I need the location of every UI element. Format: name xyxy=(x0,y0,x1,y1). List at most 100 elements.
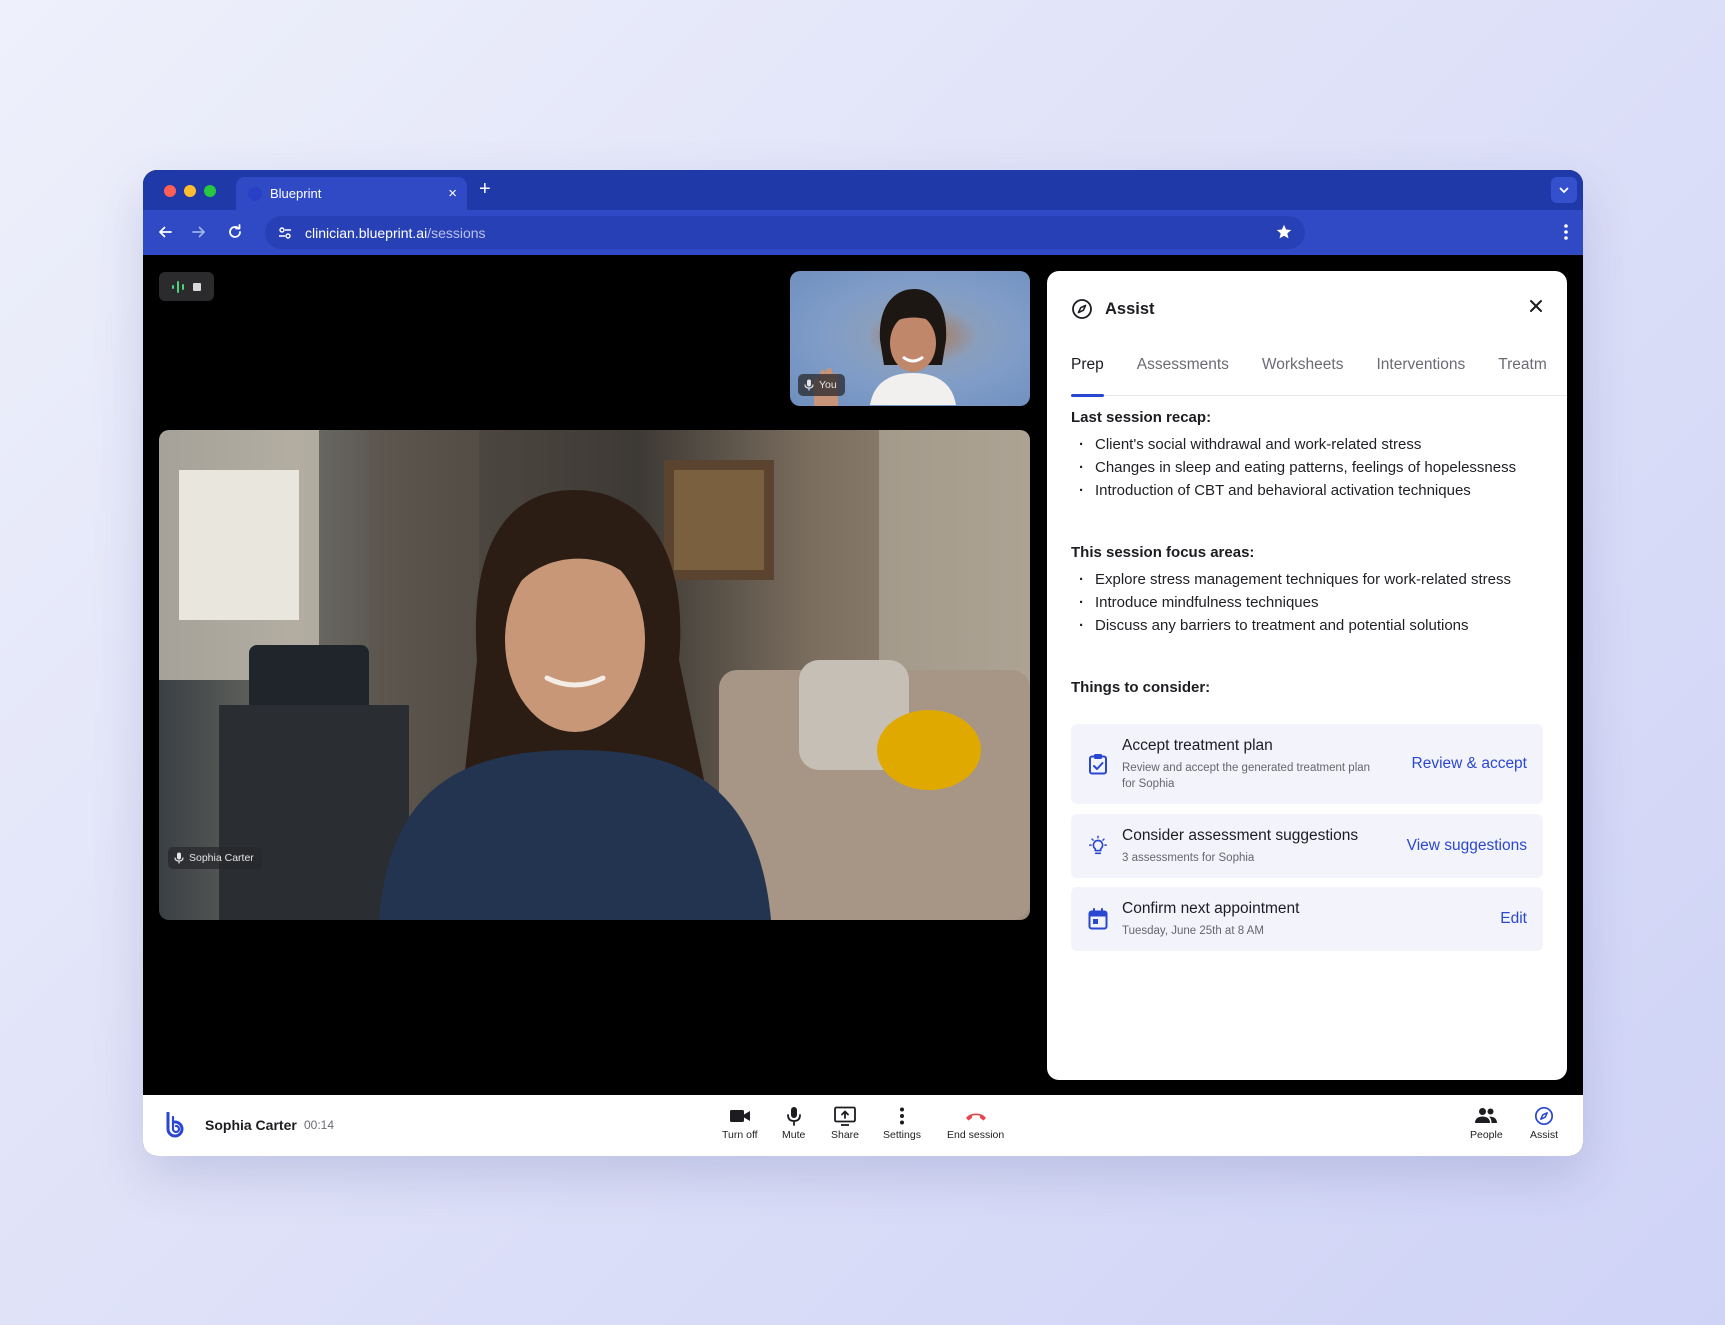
arrow-right-icon xyxy=(192,226,205,238)
tab-interventions[interactable]: Interventions xyxy=(1376,356,1465,396)
share-screen-icon xyxy=(834,1106,856,1126)
more-vertical-icon xyxy=(899,1107,904,1125)
settings-button[interactable]: Settings xyxy=(883,1106,921,1141)
recording-indicator[interactable] xyxy=(159,272,214,301)
card-subtitle: Review and accept the generated treatmen… xyxy=(1122,761,1371,790)
settings-label: Settings xyxy=(883,1129,921,1141)
new-tab-button[interactable]: + xyxy=(479,178,491,201)
microphone-icon xyxy=(804,379,814,391)
tab-prep[interactable]: Prep xyxy=(1071,356,1104,397)
chevron-down-icon xyxy=(1559,187,1569,194)
client-name: Sophia Carter xyxy=(205,1117,297,1133)
assist-title: Assist xyxy=(1105,299,1155,318)
assist-tabs: Prep Assessments Worksheets Intervention… xyxy=(1071,356,1567,397)
hang-up-icon xyxy=(965,1113,986,1121)
card-assessment-suggestions: Consider assessment suggestions 3 assess… xyxy=(1071,814,1543,878)
video-camera-icon xyxy=(729,1110,750,1122)
consider-section: Things to consider: xyxy=(1071,679,1543,703)
bookmark-star-icon[interactable] xyxy=(1275,223,1293,241)
lightbulb-icon xyxy=(1089,835,1107,855)
audio-level-icon xyxy=(171,280,184,293)
review-accept-link[interactable]: Review & accept xyxy=(1412,755,1527,773)
recap-title: Last session recap: xyxy=(1071,409,1212,426)
tab-title: Blueprint xyxy=(270,186,322,201)
blueprint-favicon-icon xyxy=(248,186,262,201)
microphone-icon xyxy=(174,852,184,864)
client-video-tile: Sophia Carter xyxy=(159,430,1030,920)
client-video-scene xyxy=(159,430,1030,920)
mute-button[interactable]: Mute xyxy=(782,1106,805,1141)
self-video-tile: You xyxy=(790,271,1030,406)
site-settings-icon[interactable] xyxy=(277,225,293,241)
consider-title: Things to consider: xyxy=(1071,679,1211,696)
end-session-label: End session xyxy=(947,1129,1005,1141)
focus-item: Explore stress management techniques for… xyxy=(1071,568,1543,591)
tab-worksheets[interactable]: Worksheets xyxy=(1262,356,1344,396)
people-button[interactable]: People xyxy=(1470,1106,1503,1141)
tab-bar: Blueprint × + xyxy=(143,170,1583,210)
card-treatment-plan: Accept treatment plan Review and accept … xyxy=(1071,724,1543,804)
assist-panel-header: Assist xyxy=(1071,295,1543,323)
assist-label: Assist xyxy=(1530,1129,1559,1141)
maximize-window-button[interactable] xyxy=(204,185,216,197)
client-name-chip: Sophia Carter xyxy=(168,847,262,869)
clipboard-check-icon xyxy=(1089,754,1107,775)
tab-assessments[interactable]: Assessments xyxy=(1137,356,1229,396)
camera-toggle-button[interactable]: Turn off xyxy=(722,1106,758,1141)
recap-item: Introduction of CBT and behavioral activ… xyxy=(1071,479,1543,502)
recap-item: Client's social withdrawal and work-rela… xyxy=(1071,433,1543,456)
reload-icon xyxy=(229,224,241,238)
focus-title: This session focus areas: xyxy=(1071,544,1255,561)
compass-icon xyxy=(1072,299,1092,319)
reload-button[interactable] xyxy=(225,222,245,242)
recap-section: Last session recap: Client's social with… xyxy=(1071,409,1543,502)
url-host: clinician.blueprint.ai xyxy=(305,224,428,241)
end-session-button[interactable]: End session xyxy=(947,1106,1004,1141)
browser-menu-icon[interactable] xyxy=(1563,222,1569,242)
card-title: Confirm next appointment xyxy=(1122,899,1300,917)
people-label: People xyxy=(1470,1129,1503,1141)
navigation-bar: clinician.blueprint.ai/sessions xyxy=(143,210,1583,255)
client-label: Sophia Carter xyxy=(189,852,254,864)
minimize-window-button[interactable] xyxy=(184,185,196,197)
share-label: Share xyxy=(831,1129,860,1141)
tab-close-icon[interactable]: × xyxy=(448,185,457,202)
calendar-icon xyxy=(1088,908,1108,930)
session-stage: You Sophia Carter Assist Prep Assessment… xyxy=(143,255,1583,1095)
tab-search-button[interactable] xyxy=(1551,177,1577,203)
blueprint-logo-icon xyxy=(166,1112,184,1138)
compass-icon xyxy=(1534,1106,1554,1126)
focus-section: This session focus areas: Explore stress… xyxy=(1071,544,1543,637)
edit-appointment-link[interactable]: Edit xyxy=(1500,910,1527,928)
stop-icon[interactable] xyxy=(192,282,202,292)
card-title: Consider assessment suggestions xyxy=(1122,826,1359,844)
back-button[interactable] xyxy=(155,222,175,242)
people-icon xyxy=(1475,1108,1498,1123)
card-title: Accept treatment plan xyxy=(1122,736,1273,754)
tab-treatment[interactable]: Treatm xyxy=(1498,356,1547,396)
mute-label: Mute xyxy=(782,1129,806,1141)
assist-panel: Assist Prep Assessments Worksheets Inter… xyxy=(1047,271,1567,1080)
card-subtitle: Tuesday, June 25th at 8 AM xyxy=(1122,924,1264,937)
card-next-appointment: Confirm next appointment Tuesday, June 2… xyxy=(1071,887,1543,951)
session-control-bar: Sophia Carter 00:14 Turn off Mute Share … xyxy=(143,1095,1583,1156)
focus-item: Introduce mindfulness techniques xyxy=(1071,591,1543,614)
share-screen-button[interactable]: Share xyxy=(831,1106,859,1141)
session-timer: 00:14 xyxy=(304,1118,335,1132)
card-subtitle: 3 assessments for Sophia xyxy=(1122,851,1255,864)
close-window-button[interactable] xyxy=(164,185,176,197)
url-text: clinician.blueprint.ai/sessions xyxy=(305,225,486,241)
window-controls xyxy=(164,185,216,197)
focus-item: Discuss any barriers to treatment and po… xyxy=(1071,614,1543,637)
clinician-portrait xyxy=(870,289,956,405)
address-bar[interactable]: clinician.blueprint.ai/sessions xyxy=(265,216,1305,249)
close-icon[interactable] xyxy=(1529,299,1543,313)
forward-button[interactable] xyxy=(189,222,209,242)
assist-toggle-button[interactable]: Assist xyxy=(1530,1106,1558,1141)
browser-tab[interactable]: Blueprint × xyxy=(236,177,467,210)
microphone-icon xyxy=(786,1107,801,1126)
self-label: You xyxy=(819,379,837,391)
recap-item: Changes in sleep and eating patterns, fe… xyxy=(1071,456,1543,479)
camera-label: Turn off xyxy=(722,1129,758,1141)
view-suggestions-link[interactable]: View suggestions xyxy=(1407,837,1527,855)
